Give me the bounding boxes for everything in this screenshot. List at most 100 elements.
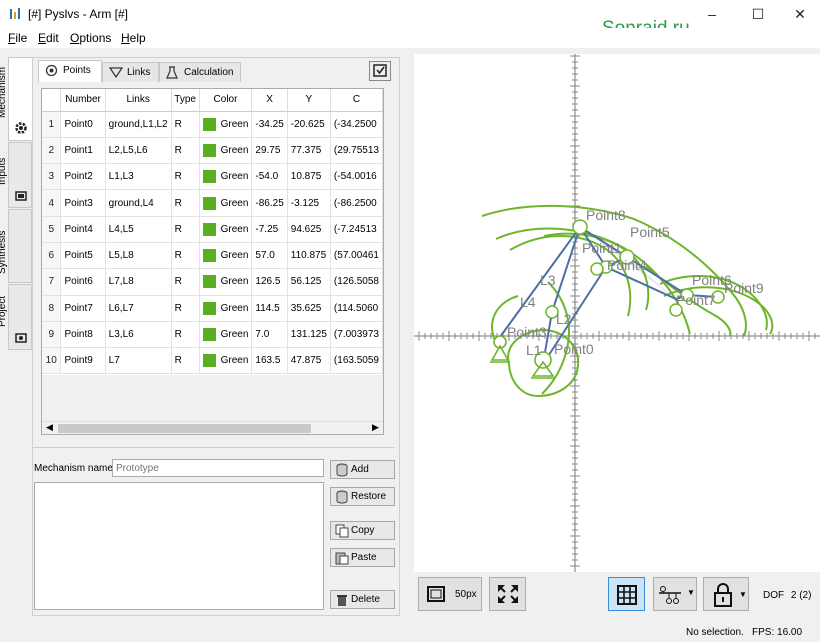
cell-links[interactable]: L2,L5,L6	[105, 137, 172, 165]
table-options-button[interactable]	[369, 61, 391, 81]
cell-c[interactable]: (-54.0016	[330, 163, 383, 191]
side-tab-mechanism[interactable]: Mechanism	[0, 57, 32, 141]
row-number[interactable]: 4	[42, 189, 62, 217]
row-number[interactable]: 7	[42, 268, 62, 296]
cell-c[interactable]: (114.5060	[330, 295, 383, 322]
row-number[interactable]: 10	[42, 347, 62, 375]
cell-x[interactable]: 126.5	[251, 268, 288, 296]
cell-x[interactable]: -86.25	[251, 189, 288, 217]
cell-links[interactable]: L7	[105, 347, 172, 375]
table-row[interactable]: 4 Point3 ground,L4 R Green -86.25 -3.125 (-86.2…	[42, 189, 383, 217]
column-header[interactable]	[42, 89, 62, 112]
cell-links[interactable]: L3,L6	[105, 321, 172, 349]
cell-x[interactable]: -7.25	[251, 216, 288, 243]
cell-number[interactable]: Point1	[60, 137, 106, 165]
cell-links[interactable]: ground,L1,L2	[105, 111, 172, 138]
cell-number[interactable]: Point9	[60, 347, 106, 375]
free-move-button[interactable]: ▼	[653, 577, 697, 611]
row-number[interactable]: 3	[42, 163, 62, 191]
cell-type[interactable]: R	[171, 268, 200, 296]
side-tab-inputs[interactable]: Inputs	[0, 142, 32, 208]
cell-type[interactable]: R	[171, 295, 200, 322]
delete-button[interactable]: Delete	[330, 590, 395, 609]
menu-file[interactable]: File	[8, 31, 27, 45]
cell-type[interactable]: R	[171, 321, 200, 349]
cell-color[interactable]: Green	[199, 163, 253, 191]
cell-links[interactable]: L1,L3	[105, 163, 172, 191]
scroll-left-icon[interactable]: ◀	[46, 422, 53, 433]
cell-number[interactable]: Point7	[60, 295, 106, 322]
restore-button[interactable]: Restore	[330, 487, 395, 506]
cell-y[interactable]: 56.125	[287, 268, 331, 296]
column-header-y[interactable]: Y	[287, 89, 331, 112]
mechanism-canvas[interactable]: Point8 Point5 Point1 Point4 Point6 Point9 Poin…	[414, 54, 820, 572]
cell-type[interactable]: R	[171, 189, 200, 217]
cell-y[interactable]: 77.375	[287, 137, 331, 165]
side-tab-synthesis[interactable]: Synthesis	[0, 209, 32, 283]
grid-toggle-button[interactable]	[608, 577, 645, 611]
column-header-x[interactable]: X	[251, 89, 288, 112]
cell-type[interactable]: R	[171, 216, 200, 243]
cell-y[interactable]: 47.875	[287, 347, 331, 375]
cell-x[interactable]: 29.75	[251, 137, 288, 165]
column-header-type[interactable]: Type	[171, 89, 200, 112]
cell-x[interactable]: 114.5	[251, 295, 288, 322]
menu-help[interactable]: Help	[121, 31, 146, 45]
table-row[interactable]: 3 Point2 L1,L3 R Green -54.0 10.875 (-54.0016	[42, 163, 383, 191]
cell-color[interactable]: Green	[199, 268, 253, 296]
cell-type[interactable]: R	[171, 111, 200, 138]
cell-color[interactable]: Green	[199, 137, 253, 165]
cell-type[interactable]: R	[171, 242, 200, 270]
cell-c[interactable]: (29.75513	[330, 137, 383, 165]
tab-links[interactable]: Links	[102, 62, 159, 82]
row-number[interactable]: 9	[42, 321, 62, 349]
cell-c[interactable]: (163.5059	[330, 347, 383, 375]
table-row[interactable]: 1 Point0 ground,L1,L2 R Green -34.25 -20.625 (-…	[42, 111, 383, 138]
maximize-button[interactable]: ☐	[736, 0, 780, 28]
cell-y[interactable]: -20.625	[287, 111, 331, 138]
column-header-links[interactable]: Links	[105, 89, 172, 112]
add-button[interactable]: Add	[330, 460, 395, 479]
cell-c[interactable]: (57.00461	[330, 242, 383, 270]
fit-view-button[interactable]	[489, 577, 526, 611]
cell-x[interactable]: 163.5	[251, 347, 288, 375]
cell-number[interactable]: Point5	[60, 242, 106, 270]
cell-c[interactable]: (-34.2500	[330, 111, 383, 138]
cell-x[interactable]: 7.0	[251, 321, 288, 349]
table-row[interactable]: 2 Point1 L2,L5,L6 R Green 29.75 77.375 (29.7551…	[42, 137, 383, 165]
cell-c[interactable]: (7.003973	[330, 321, 383, 349]
cell-color[interactable]: Green	[199, 347, 253, 375]
dropdown-arrow-icon[interactable]: ▼	[687, 588, 695, 597]
row-number[interactable]: 5	[42, 216, 62, 243]
lock-button[interactable]: ▼	[703, 577, 749, 611]
canvas-drawing[interactable]: Point8Point5Point1Point4Point6Point9Poin…	[414, 54, 820, 572]
lock-dropdown-arrow-icon[interactable]: ▼	[739, 590, 747, 599]
column-header-color[interactable]: Color	[199, 89, 253, 112]
mechanism-name-input[interactable]	[112, 459, 324, 477]
cell-number[interactable]: Point6	[60, 268, 106, 296]
row-number[interactable]: 2	[42, 137, 62, 165]
tab-calculation[interactable]: Calculation	[159, 62, 241, 82]
row-number[interactable]: 8	[42, 295, 62, 322]
cell-color[interactable]: Green	[199, 242, 253, 270]
cell-number[interactable]: Point0	[60, 111, 106, 138]
cell-x[interactable]: 57.0	[251, 242, 288, 270]
cell-links[interactable]: L7,L8	[105, 268, 172, 296]
row-number[interactable]: 1	[42, 111, 62, 138]
cell-x[interactable]: -34.25	[251, 111, 288, 138]
cell-x[interactable]: -54.0	[251, 163, 288, 191]
cell-c[interactable]: (-7.24513	[330, 216, 383, 243]
menu-edit[interactable]: Edit	[38, 31, 59, 45]
column-header-c[interactable]: C	[330, 89, 383, 112]
cell-c[interactable]: (-86.2500	[330, 189, 383, 217]
cell-links[interactable]: L6,L7	[105, 295, 172, 322]
scrollbar-thumb[interactable]	[58, 424, 311, 433]
cell-number[interactable]: Point3	[60, 189, 106, 217]
copy-button[interactable]: Copy	[330, 521, 395, 540]
tab-points[interactable]: Points	[38, 60, 102, 82]
mechanism-description-area[interactable]	[34, 482, 324, 610]
cell-color[interactable]: Green	[199, 111, 253, 138]
cell-y[interactable]: 10.875	[287, 163, 331, 191]
cell-links[interactable]: L5,L8	[105, 242, 172, 270]
cell-y[interactable]: 131.125	[287, 321, 331, 349]
